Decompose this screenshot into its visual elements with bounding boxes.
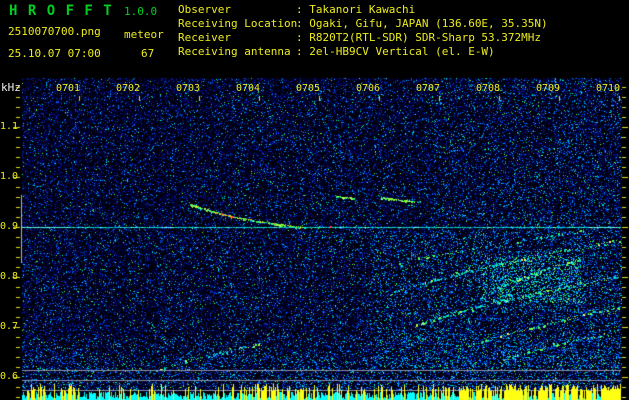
time-tick-label: 0703 bbox=[175, 83, 201, 94]
time-tick-label: 0702 bbox=[115, 83, 141, 94]
app-version: 1.0.0 bbox=[124, 5, 158, 18]
hrofft-screenshot: H R O F F T 1.0.0 2510070700.png meteor … bbox=[0, 0, 629, 400]
info-separator: : bbox=[296, 17, 310, 30]
freq-tick-label: 0.7 bbox=[0, 321, 19, 332]
info-value: R820T2(RTL-SDR) SDR-Sharp 53.372MHz bbox=[309, 31, 542, 44]
freq-tick-label: 0.9 bbox=[0, 221, 19, 232]
info-row: Receiving Location: Ogaki, Gifu, JAPAN (… bbox=[178, 17, 548, 31]
info-row: Observer: Takanori Kawachi bbox=[178, 3, 548, 17]
app-title: H R O F F T bbox=[9, 3, 113, 19]
time-tick-label: 0710 bbox=[595, 83, 621, 94]
freq-unit-label: kHz bbox=[1, 81, 21, 94]
time-tick-label: 0704 bbox=[235, 83, 261, 94]
time-tick-label: 0705 bbox=[295, 83, 321, 94]
station-info-block: Observer: Takanori Kawachi Receiving Loca… bbox=[178, 3, 548, 59]
info-label: Receiving Location bbox=[178, 17, 298, 30]
meteor-count: 67 bbox=[141, 47, 155, 60]
mode-label: meteor bbox=[124, 28, 164, 41]
freq-tick-label: 1.1 bbox=[0, 121, 19, 132]
time-tick-label: 0709 bbox=[535, 83, 561, 94]
info-label: Receiver bbox=[178, 31, 231, 44]
spectrogram-canvas bbox=[0, 0, 629, 400]
info-row: Receiver: R820T2(RTL-SDR) SDR-Sharp 53.3… bbox=[178, 31, 548, 45]
freq-tick-label: 0.6 bbox=[0, 371, 19, 382]
info-separator: : bbox=[296, 3, 310, 16]
info-separator: : bbox=[296, 45, 310, 58]
info-label: Observer bbox=[178, 3, 231, 16]
info-value: 2el-HB9CV Vertical (el. E-W) bbox=[309, 45, 495, 58]
info-value: Ogaki, Gifu, JAPAN (136.60E, 35.35N) bbox=[309, 17, 548, 30]
observation-datetime: 25.10.07 07:00 bbox=[8, 47, 101, 60]
time-tick-label: 0701 bbox=[55, 83, 81, 94]
info-separator: : bbox=[296, 31, 310, 44]
output-filename: 2510070700.png bbox=[8, 25, 101, 38]
freq-tick-label: 1.0 bbox=[0, 171, 19, 182]
info-value: Takanori Kawachi bbox=[309, 3, 416, 16]
time-tick-label: 0708 bbox=[475, 83, 501, 94]
info-row: Receiving antenna: 2el-HB9CV Vertical (e… bbox=[178, 45, 548, 59]
freq-tick-label: 0.8 bbox=[0, 271, 19, 282]
time-tick-label: 0706 bbox=[355, 83, 381, 94]
info-label: Receiving antenna bbox=[178, 45, 291, 58]
time-tick-label: 0707 bbox=[415, 83, 441, 94]
